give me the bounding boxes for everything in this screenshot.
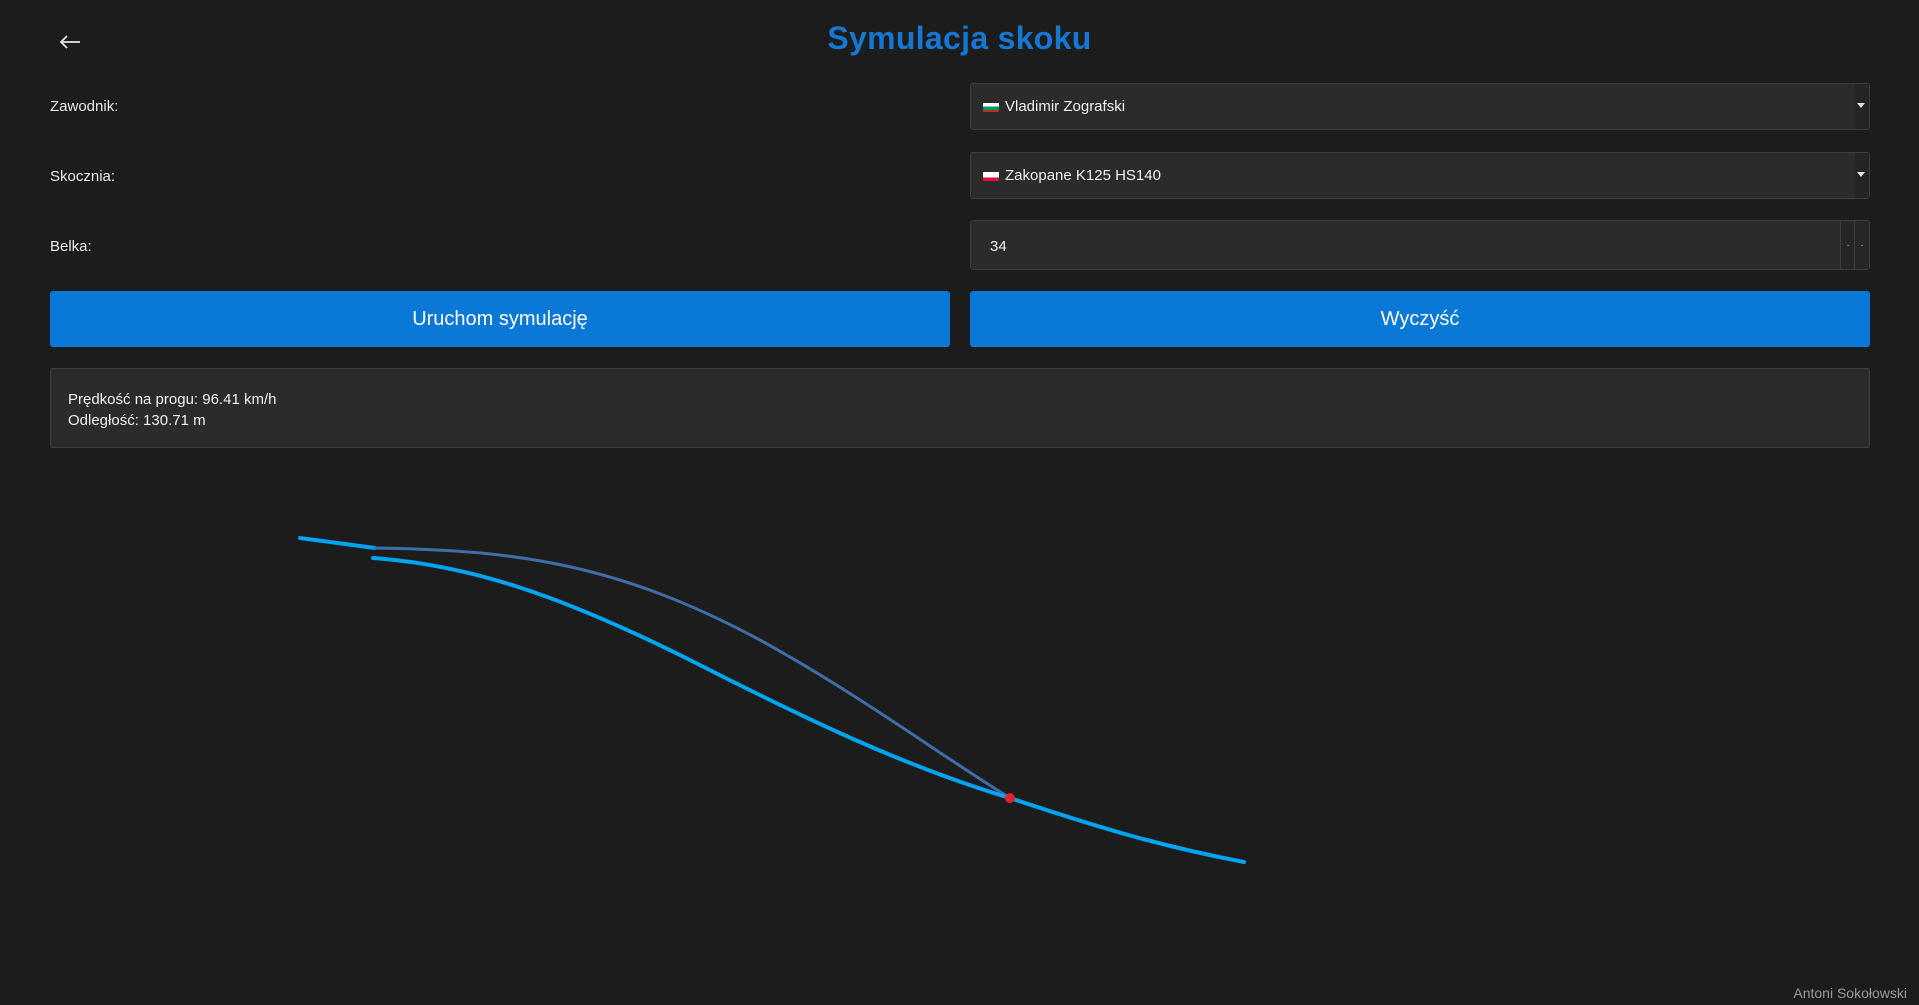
- gate-input[interactable]: [971, 221, 1852, 271]
- distance-text: Odległość: 130.71 m: [68, 412, 206, 429]
- inrun-profile: [298, 536, 377, 550]
- poland-flag-icon: [983, 170, 999, 181]
- simulation-page: Symulacja skoku Zawodnik: Vladimir Zogra…: [0, 0, 1919, 1005]
- results-panel: Prędkość na progu: 96.41 km/h Odległość:…: [50, 368, 1870, 448]
- author-credit: Antoni Sokołowski: [1793, 985, 1907, 1001]
- simulation-canvas: [298, 536, 1246, 864]
- jumper-label: Zawodnik:: [50, 98, 119, 115]
- run-simulation-button[interactable]: Uruchom symulację: [50, 291, 950, 347]
- bulgaria-flag-icon: [983, 101, 999, 112]
- hill-select[interactable]: Zakopane K125 HS140: [970, 152, 1870, 199]
- gate-decrement-button[interactable]: ·: [1840, 221, 1855, 269]
- gate-number-field: · ·: [970, 220, 1870, 271]
- hill-select-value: Zakopane K125 HS140: [1005, 167, 1161, 184]
- gate-label: Belka:: [50, 238, 92, 255]
- gate-increment-button[interactable]: ·: [1854, 221, 1869, 269]
- jumper-select-value: Vladimir Zografski: [1005, 98, 1126, 115]
- hill-label: Skocznia:: [50, 168, 116, 185]
- flight-trajectory: [373, 546, 1012, 800]
- chevron-down-icon: [1857, 172, 1865, 177]
- takeoff-speed-text: Prędkość na progu: 96.41 km/h: [68, 391, 277, 408]
- landing-point-marker: [1005, 793, 1015, 803]
- clear-button[interactable]: Wyczyść: [970, 291, 1870, 347]
- chevron-down-icon: [1857, 103, 1865, 108]
- page-title: Symulacja skoku: [827, 20, 1092, 56]
- landing-hill-profile: [371, 556, 1246, 864]
- jumper-select[interactable]: Vladimir Zografski: [970, 83, 1870, 130]
